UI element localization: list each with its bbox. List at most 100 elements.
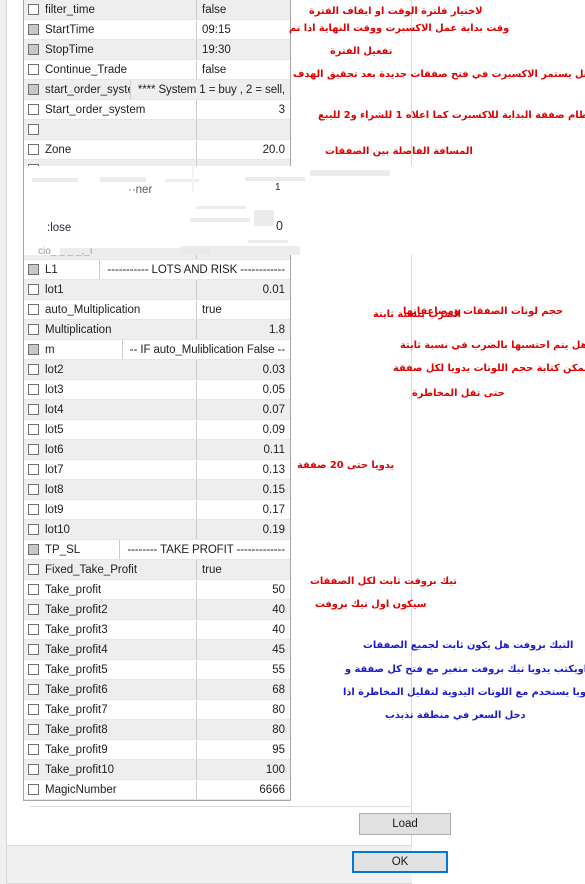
property-value-cell[interactable]: 0.03	[197, 360, 290, 379]
property-row[interactable]: Take_profit8 80	[24, 720, 290, 740]
checkbox-icon[interactable]	[28, 104, 39, 115]
property-row[interactable]: Start_order_system 3	[24, 100, 290, 120]
property-row[interactable]: lot10 0.19	[24, 520, 290, 540]
checkbox-icon[interactable]	[28, 424, 39, 435]
property-value-cell[interactable]: 40	[197, 620, 290, 639]
property-row[interactable]: lot3 0.05	[24, 380, 290, 400]
property-row[interactable]: Fixed_Take_Profit true	[24, 560, 290, 580]
property-value-cell[interactable]: 0.01	[197, 280, 290, 299]
property-row[interactable]: lot8 0.15	[24, 480, 290, 500]
checkbox-icon[interactable]	[28, 644, 39, 655]
property-value-cell[interactable]: 50	[197, 580, 290, 599]
property-row[interactable]: Multiplication 1.8	[24, 320, 290, 340]
property-value-cell[interactable]: **** System 1 = buy , 2 = sell,	[131, 80, 290, 99]
property-row[interactable]: lot7 0.13	[24, 460, 290, 480]
checkbox-disabled-icon[interactable]	[28, 44, 39, 55]
checkbox-icon[interactable]	[28, 704, 39, 715]
checkbox-icon[interactable]	[28, 324, 39, 335]
property-value-cell[interactable]: 0.09	[197, 420, 290, 439]
checkbox-icon[interactable]	[28, 564, 39, 575]
property-row[interactable]: lot4 0.07	[24, 400, 290, 420]
property-value-cell[interactable]: -- IF auto_Muliblication False --	[123, 340, 290, 359]
checkbox-disabled-icon[interactable]	[28, 544, 39, 555]
property-value-cell[interactable]: 6666	[197, 780, 290, 799]
property-row[interactable]: Take_profit2 40	[24, 600, 290, 620]
property-value-cell[interactable]: false	[197, 60, 290, 79]
property-value-cell[interactable]: 68	[197, 680, 290, 699]
property-value-cell[interactable]: 1.8	[197, 320, 290, 339]
checkbox-disabled-icon[interactable]	[28, 344, 39, 355]
property-row[interactable]	[24, 120, 290, 140]
property-value-cell[interactable]: 40	[197, 600, 290, 619]
checkbox-disabled-icon[interactable]	[28, 264, 39, 275]
checkbox-icon[interactable]	[28, 304, 39, 315]
checkbox-icon[interactable]	[28, 464, 39, 475]
ok-button[interactable]: OK	[352, 851, 448, 873]
property-value-cell[interactable]: 0.05	[197, 380, 290, 399]
property-row[interactable]: Continue_Trade false	[24, 60, 290, 80]
property-value-cell[interactable]: 55	[197, 660, 290, 679]
property-value-cell[interactable]: true	[197, 560, 290, 579]
checkbox-icon[interactable]	[28, 4, 39, 15]
property-row[interactable]: MagicNumber 6666	[24, 780, 290, 800]
property-row[interactable]: Take_profit10 100	[24, 760, 290, 780]
inputs-property-grid[interactable]: filter_time false StartTime 09:15 StopTime 19…	[23, 0, 291, 801]
property-row[interactable]: lot1 0.01	[24, 280, 290, 300]
property-value-cell[interactable]: -------- TAKE PROFIT -------------	[120, 540, 290, 559]
checkbox-icon[interactable]	[28, 284, 39, 295]
property-value-cell[interactable]: 80	[197, 720, 290, 739]
checkbox-icon[interactable]	[28, 484, 39, 495]
property-value-cell[interactable]: ----------- LOTS AND RISK ------------	[100, 260, 290, 279]
property-value-cell[interactable]: false	[197, 0, 290, 19]
property-row[interactable]: Take_profit 50	[24, 580, 290, 600]
property-value-cell[interactable]	[197, 120, 290, 139]
property-row[interactable]: start_order_system**** System 1 = buy , …	[24, 80, 290, 100]
checkbox-icon[interactable]	[28, 724, 39, 735]
checkbox-icon[interactable]	[28, 404, 39, 415]
property-value-cell[interactable]: 20.0	[197, 140, 290, 159]
checkbox-icon[interactable]	[28, 384, 39, 395]
property-value-cell[interactable]: 0.07	[197, 400, 290, 419]
property-row[interactable]: Take_profit6 68	[24, 680, 290, 700]
checkbox-icon[interactable]	[28, 124, 39, 135]
property-value-cell[interactable]: 0.13	[197, 460, 290, 479]
checkbox-icon[interactable]	[28, 584, 39, 595]
checkbox-icon[interactable]	[28, 784, 39, 795]
property-value-cell[interactable]: 100	[197, 760, 290, 779]
property-row[interactable]: Take_profit9 95	[24, 740, 290, 760]
checkbox-icon[interactable]	[28, 364, 39, 375]
property-row[interactable]: auto_Multiplication true	[24, 300, 290, 320]
checkbox-icon[interactable]	[28, 744, 39, 755]
property-row[interactable]: StopTime 19:30	[24, 40, 290, 60]
property-row[interactable]: StartTime 09:15	[24, 20, 290, 40]
property-row[interactable]: m -- IF auto_Muliblication False --	[24, 340, 290, 360]
property-row[interactable]: lot2 0.03	[24, 360, 290, 380]
checkbox-icon[interactable]	[28, 684, 39, 695]
property-value-cell[interactable]: 45	[197, 640, 290, 659]
checkbox-disabled-icon[interactable]	[28, 84, 39, 95]
property-value-cell[interactable]: 0.15	[197, 480, 290, 499]
property-row[interactable]: Zone 20.0	[24, 140, 290, 160]
property-row[interactable]: lot5 0.09	[24, 420, 290, 440]
property-value-cell[interactable]: 0.19	[197, 520, 290, 539]
load-button[interactable]: Load	[359, 813, 451, 835]
property-row[interactable]: Take_profit7 80	[24, 700, 290, 720]
property-row[interactable]: L1 ----------- LOTS AND RISK ------------	[24, 260, 290, 280]
checkbox-disabled-icon[interactable]	[28, 24, 39, 35]
checkbox-icon[interactable]	[28, 444, 39, 455]
checkbox-icon[interactable]	[28, 604, 39, 615]
checkbox-icon[interactable]	[28, 504, 39, 515]
property-row[interactable]: Take_profit3 40	[24, 620, 290, 640]
property-value-cell[interactable]: true	[197, 300, 290, 319]
property-value-cell[interactable]: 80	[197, 700, 290, 719]
property-value-cell[interactable]: 19:30	[197, 40, 290, 59]
property-row[interactable]: Take_profit5 55	[24, 660, 290, 680]
property-row[interactable]: TP_SL -------- TAKE PROFIT -------------	[24, 540, 290, 560]
checkbox-icon[interactable]	[28, 664, 39, 675]
checkbox-icon[interactable]	[28, 524, 39, 535]
property-value-cell[interactable]: 3	[197, 100, 290, 119]
property-row[interactable]: filter_time false	[24, 0, 290, 20]
property-value-cell[interactable]: 0.17	[197, 500, 290, 519]
property-value-cell[interactable]: 0.11	[197, 440, 290, 459]
property-row[interactable]: Take_profit4 45	[24, 640, 290, 660]
